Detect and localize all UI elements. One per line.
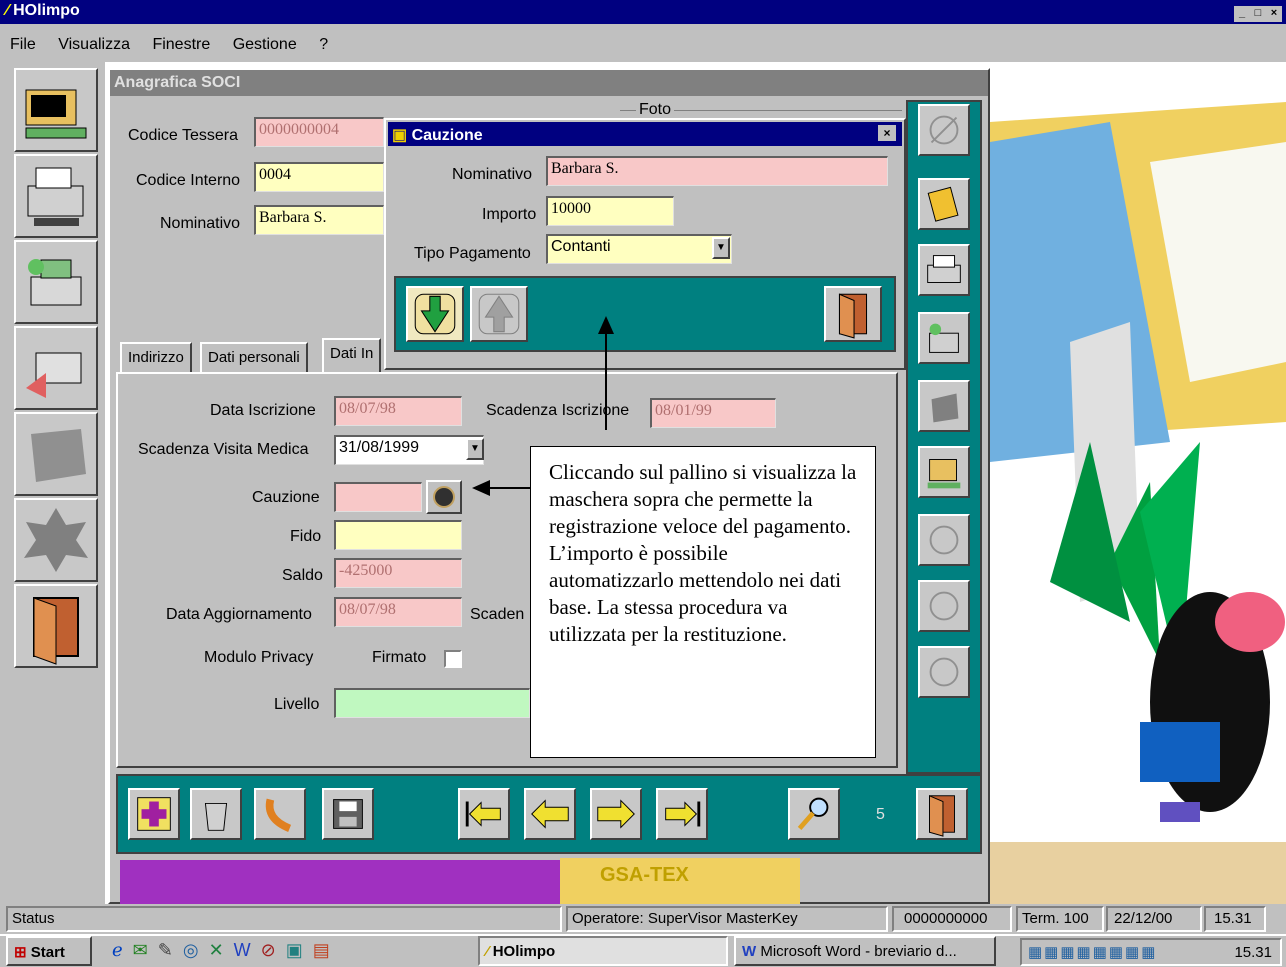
system-tray: ▦▦▦▦▦▦▦▦ 15.31 xyxy=(1020,938,1282,966)
outlook-icon[interactable]: ✉ xyxy=(133,940,158,960)
excel-icon[interactable]: ✕ xyxy=(209,940,234,960)
annotation-callout: Cliccando sul pallino si visualizza la m… xyxy=(530,446,876,758)
access-icon[interactable]: ⊘ xyxy=(261,940,286,960)
word-doc-icon: W xyxy=(742,943,757,960)
word-icon[interactable]: W xyxy=(234,940,261,960)
edit-icon[interactable]: ✎ xyxy=(158,940,183,960)
start-button[interactable]: ⊞ Start xyxy=(6,936,92,966)
ie-icon[interactable]: ℯ xyxy=(112,940,133,960)
tray-clock: 15.31 xyxy=(1234,944,1272,961)
callout-text: Cliccando sul pallino si visualizza la m… xyxy=(549,460,857,646)
date-panel: 22/12/00 xyxy=(1106,906,1202,932)
term-panel: Term. 100 xyxy=(1016,906,1104,932)
task-word[interactable]: W Microsoft Word - breviario d... xyxy=(734,936,996,966)
codice-panel: 0000000000 xyxy=(892,906,1012,932)
status-bar: Status Operatore: SuperVisor MasterKey 0… xyxy=(0,904,1286,934)
tray-icons: ▦▦▦▦▦▦▦▦ xyxy=(1028,944,1158,961)
image-icon[interactable]: ▣ xyxy=(286,940,313,960)
net-icon[interactable]: ◎ xyxy=(183,940,209,960)
operatore-panel: Operatore: SuperVisor MasterKey xyxy=(566,906,888,932)
status-panel: Status xyxy=(6,906,562,932)
time-panel: 15.31 xyxy=(1204,906,1266,932)
windows-logo-icon: ⊞ xyxy=(14,944,27,961)
task-holimpo[interactable]: ⁄ HOlimpo xyxy=(478,936,728,966)
quick-launch: ℯ✉✎◎✕W⊘▣▤ xyxy=(112,940,452,964)
ppt-icon[interactable]: ▤ xyxy=(313,940,340,960)
holimpo-icon: ⁄ xyxy=(486,943,489,960)
